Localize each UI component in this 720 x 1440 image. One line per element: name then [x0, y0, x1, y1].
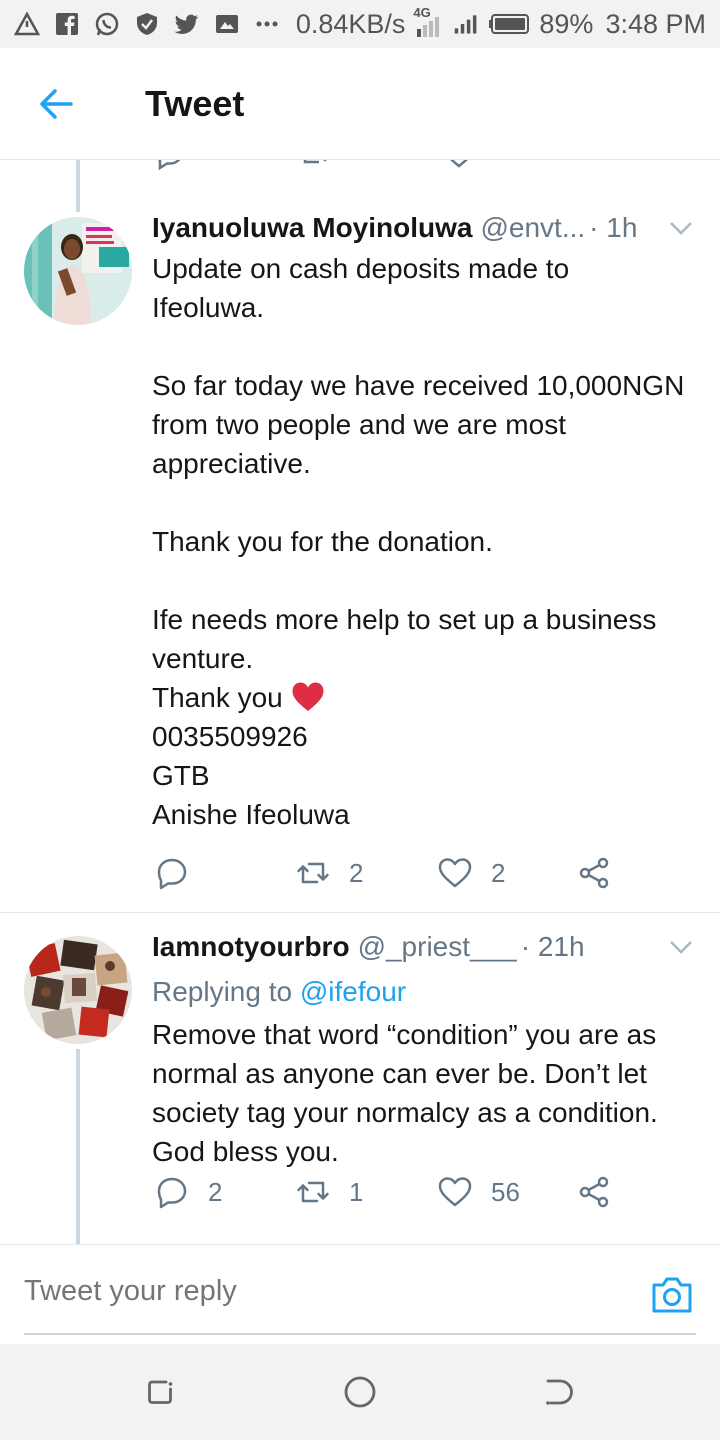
whatsapp-icon [94, 11, 120, 37]
reply-button[interactable]: 2 [154, 1174, 222, 1210]
signal-icon [451, 11, 481, 37]
reply-icon [157, 1177, 187, 1209]
status-bar: 0.84KB/s 4G 89% 3:48 PM [0, 0, 720, 48]
network-speed: 0.84KB/s [295, 8, 406, 39]
shield-icon [134, 11, 160, 37]
more-dots-icon [254, 11, 280, 37]
reply-underline [24, 1333, 696, 1335]
camera-icon [652, 1277, 692, 1313]
home-icon [344, 1376, 376, 1408]
like-icon [438, 1177, 472, 1207]
avatar[interactable] [24, 217, 132, 325]
chevron-down-icon [670, 222, 692, 235]
camera-button[interactable] [650, 1275, 694, 1315]
page-title: Tweet [145, 82, 245, 124]
account-number: 0035509926 [152, 721, 308, 752]
like-button[interactable]: 2 [437, 855, 505, 891]
back-arrow-icon [40, 88, 73, 119]
warning-icon [14, 11, 40, 37]
back-button[interactable] [0, 48, 112, 160]
system-status: 0.84KB/s 4G 89% 3:48 PM [295, 5, 706, 40]
battery-percent: 89% [539, 8, 594, 39]
back-nav-button[interactable] [542, 1374, 578, 1410]
tweet-header: Iamnotyourbro @_priest___ · 21h [152, 931, 696, 963]
app-header: Tweet [0, 48, 720, 160]
back-nav-icon [546, 1379, 573, 1405]
retweet-count: 1 [349, 1176, 364, 1207]
tweet-menu-button[interactable] [666, 213, 696, 243]
share-icon [579, 1176, 609, 1208]
notification-icons [14, 11, 280, 37]
home-button[interactable] [342, 1374, 378, 1410]
tweet-paragraph: Remove that word “condition” you are as … [152, 1019, 658, 1167]
facebook-icon [54, 11, 80, 37]
tweet-card[interactable]: Iyanuoluwa Moyinoluwa @envt... · 1h Upda… [0, 160, 720, 912]
account-name: Anishe Ifeoluwa [152, 799, 350, 830]
retweet-button[interactable]: 2 [295, 855, 363, 891]
tweet-paragraph: Update on cash deposits made to Ifeoluwa… [152, 253, 570, 323]
share-button[interactable] [576, 855, 612, 891]
reply-input[interactable] [24, 1275, 584, 1308]
retweet-icon [297, 1181, 329, 1203]
like-count: 2 [491, 857, 506, 888]
red-heart-emoji-icon [292, 682, 324, 711]
chevron-down-icon [670, 941, 692, 954]
retweet-button[interactable]: 1 [295, 1174, 363, 1210]
tweet-card[interactable]: Iamnotyourbro @_priest___ · 21h Replying… [0, 913, 720, 1244]
reply-count: 2 [208, 1176, 223, 1207]
retweet-icon [297, 862, 329, 884]
image-app-icon [214, 11, 240, 37]
network-type: 4G [413, 5, 443, 39]
author-handle[interactable]: @_priest___ [358, 931, 517, 963]
recents-icon [148, 1380, 173, 1404]
tweet-header: Iyanuoluwa Moyinoluwa @envt... · 1h [152, 212, 696, 244]
clock: 3:48 PM [605, 8, 706, 39]
author-name[interactable]: Iyanuoluwa Moyinoluwa [152, 212, 472, 244]
reply-button[interactable] [154, 855, 208, 891]
like-icon [438, 858, 472, 888]
thread-line [76, 1049, 80, 1244]
tweet-paragraph: Ife needs more help to set up a business… [152, 604, 657, 674]
retweet-count: 2 [349, 857, 364, 888]
tweet-feed[interactable]: Iyanuoluwa Moyinoluwa @envt... · 1h Upda… [0, 160, 720, 1244]
recents-button[interactable] [142, 1374, 178, 1410]
share-icon [579, 857, 609, 889]
tweet-menu-button[interactable] [666, 932, 696, 962]
share-button[interactable] [576, 1174, 612, 1210]
tweet-line-with-heart: Thank you [152, 678, 700, 717]
bank-name: GTB [152, 760, 210, 791]
tweet-text: Update on cash deposits made to Ifeoluwa… [152, 249, 700, 834]
twitter-bird-icon [174, 11, 200, 37]
tweet-actions: 2 2 [152, 851, 622, 895]
tweet-actions: 2 1 56 [152, 1170, 622, 1214]
avatar[interactable] [24, 936, 132, 1044]
tweet-paragraph: So far today we have received 10,000NGN … [152, 370, 685, 479]
tweet-time: · 21h [520, 931, 585, 962]
like-button[interactable]: 56 [437, 1174, 520, 1210]
tweet-text: Replying to @ifefour Remove that word “c… [152, 972, 700, 1171]
like-count: 56 [491, 1176, 520, 1207]
reply-composer [0, 1244, 720, 1344]
replying-to: Replying to @ifefour [152, 976, 407, 1007]
battery-icon [489, 11, 531, 37]
reply-icon [157, 858, 187, 890]
tweet-paragraph: Thank you for the donation. [152, 526, 493, 557]
author-name[interactable]: Iamnotyourbro [152, 931, 350, 963]
author-handle[interactable]: @envt... [480, 212, 585, 244]
mention-link[interactable]: @ifefour [300, 976, 406, 1007]
tweet-time: · 1h [589, 212, 638, 243]
system-nav-bar [0, 1344, 720, 1440]
